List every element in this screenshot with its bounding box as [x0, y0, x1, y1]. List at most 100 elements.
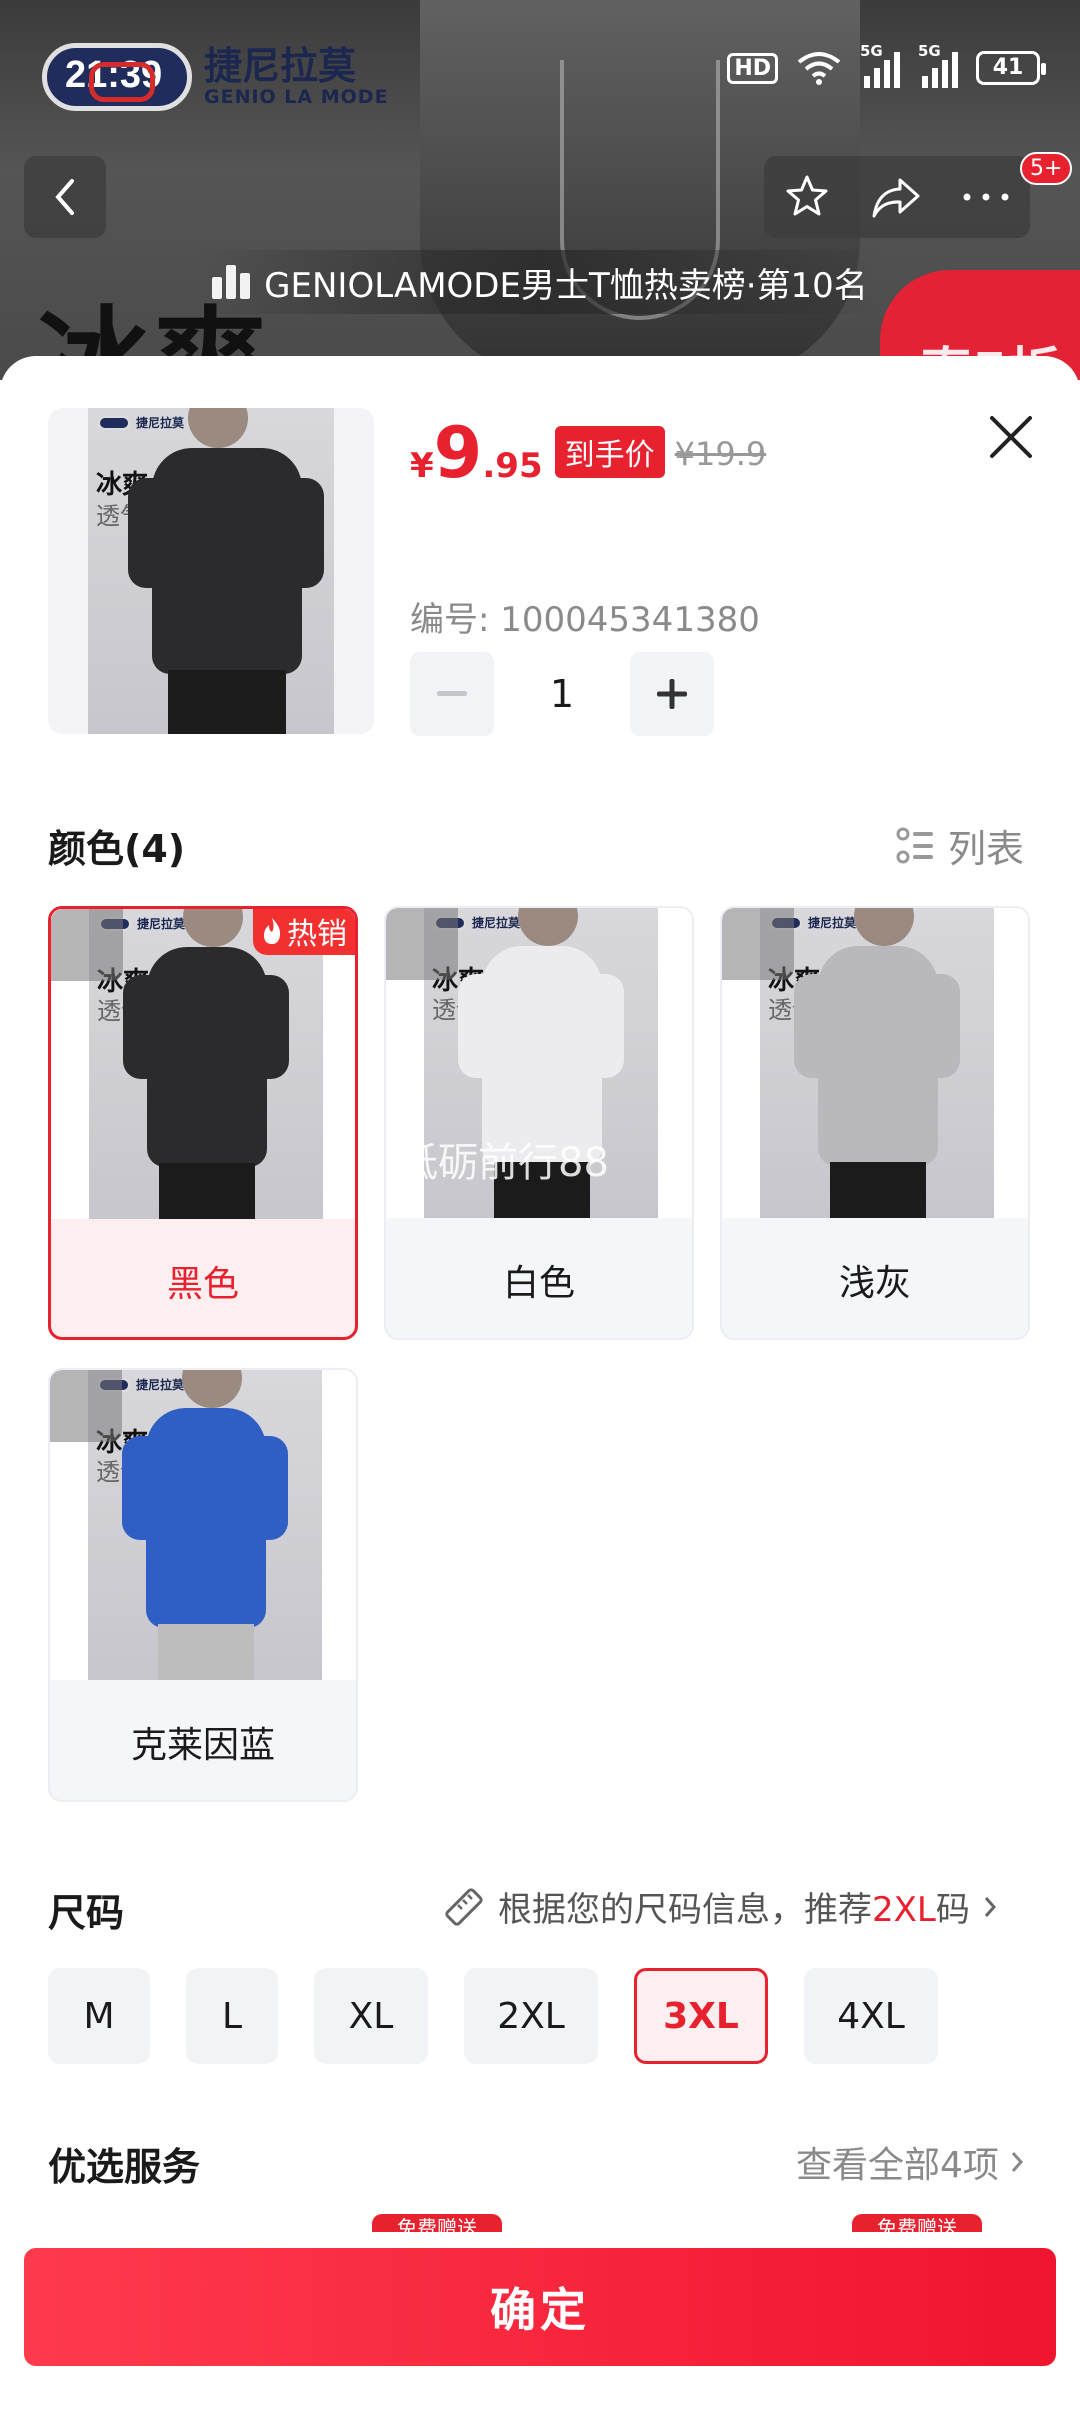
system-icons: HD 5G 5G 41 [727, 42, 1046, 88]
chevron-right-icon [984, 1896, 996, 1917]
model-head [518, 908, 578, 946]
plus-icon [657, 679, 687, 709]
ranking-icon [212, 265, 251, 299]
size-option-3XL[interactable]: 3XL [634, 1968, 768, 2064]
share-icon[interactable] [870, 174, 922, 220]
ruler-icon [445, 1887, 483, 1926]
size-hint-recommended: 2XL [872, 1890, 936, 1930]
size-section-title: 尺码 [48, 1891, 125, 1935]
quantity-value[interactable]: 1 [494, 672, 630, 716]
model-pants [830, 1162, 926, 1218]
expand-icon[interactable] [386, 908, 458, 980]
hot-sale-label: 热销 [287, 917, 347, 952]
battery-icon: 41 [976, 51, 1046, 85]
view-all-services-link[interactable]: 查看全部4项 [796, 2136, 1025, 2188]
size-option-L[interactable]: L [186, 1968, 278, 2064]
close-icon [990, 416, 1032, 458]
color-option[interactable]: 捷尼拉莫 冰爽 透气 克莱因蓝 [48, 1368, 358, 1802]
star-icon[interactable] [783, 173, 831, 221]
view-all-label: 查看全部4项 [796, 2145, 999, 2186]
confirm-button[interactable]: 确定 [24, 2248, 1056, 2366]
minus-icon [437, 691, 467, 696]
list-view-label: 列表 [948, 827, 1025, 871]
size-option-XL[interactable]: XL [314, 1968, 428, 2064]
color-option[interactable]: 捷尼拉莫 冰爽 透气 浅灰 [720, 906, 1030, 1340]
increase-button[interactable] [630, 652, 714, 736]
shirt-body [152, 448, 302, 674]
color-option[interactable]: 捷尼拉莫 冰爽 透气 热销 黑色 [48, 906, 358, 1340]
color-option[interactable]: 捷尼拉莫 冰爽 透气 砥砺前行88 白色 [384, 906, 694, 1340]
thumbnail-brand: 捷尼拉莫 [136, 416, 185, 430]
product-photo: 捷尼拉莫 冰爽 透气 [88, 1370, 322, 1680]
model-pants [159, 1163, 255, 1219]
brand-logo-icon: 21:39 [42, 43, 192, 111]
signal-icon-2: 5G [918, 42, 958, 88]
quantity-stepper: 1 [410, 652, 714, 736]
list-icon [896, 827, 933, 863]
close-button[interactable] [980, 406, 1042, 468]
network-type-2: 5G [918, 42, 941, 60]
wifi-icon [797, 52, 841, 85]
price-integer: 9 [433, 412, 483, 494]
hd-icon: HD [727, 52, 778, 84]
model-head [183, 909, 243, 947]
sku-selector-sheet: 捷尼拉莫 冰爽 透气 ¥ 9 .95 到手价 ¥19.9 编号: 1000453… [0, 356, 1080, 2412]
network-type-1: 5G [860, 42, 883, 60]
size-option-2XL[interactable]: 2XL [464, 1968, 598, 2064]
signal-icon-1: 5G [860, 42, 900, 88]
photo-brand: 捷尼拉莫 [136, 1378, 185, 1392]
product-photo: 捷尼拉莫 冰爽 透气 [760, 908, 994, 1218]
size-option-M[interactable]: M [48, 1968, 150, 2064]
shirt-body [818, 946, 938, 1166]
back-icon [55, 179, 74, 215]
model-pants [158, 1624, 254, 1680]
status-time: 21:39 [65, 54, 163, 96]
model-pants [168, 670, 286, 734]
model-head [182, 1370, 242, 1408]
color-option-label: 克莱因蓝 [130, 1725, 275, 1766]
shirt-body [147, 947, 267, 1167]
service-section-title: 优选服务 [48, 2145, 201, 2189]
brand-logo: 21:39 捷尼拉莫 GENIO LA MODE [42, 42, 389, 112]
shirt-body [146, 1408, 266, 1628]
product-photo: 捷尼拉莫 冰爽 透气 [89, 909, 323, 1219]
expand-icon[interactable] [50, 1370, 122, 1442]
color-option-label: 白色 [502, 1263, 575, 1304]
brand-tag-icon [98, 416, 130, 430]
photo-brand: 捷尼拉莫 [808, 916, 857, 930]
ranking-text: GENIOLAMODE男士T恤热卖榜·第10名 [264, 265, 868, 306]
back-button[interactable] [24, 156, 106, 238]
brand-name-en: GENIO LA MODE [204, 86, 389, 108]
price-decimal: .95 [482, 446, 543, 486]
currency-symbol: ¥ [410, 446, 434, 486]
model-head [854, 908, 914, 946]
color-option-label: 浅灰 [838, 1263, 911, 1304]
hot-sale-badge: 热销 [253, 909, 355, 955]
brand-name-cn: 捷尼拉莫 [204, 44, 357, 88]
photo-brand: 捷尼拉莫 [137, 917, 186, 931]
model-head [188, 408, 248, 448]
more-icon[interactable] [961, 190, 1011, 204]
size-option-4XL[interactable]: 4XL [804, 1968, 938, 2064]
color-section-title: 颜色(4) [48, 827, 186, 871]
original-price: ¥19.9 [674, 435, 767, 473]
color-option-label: 黑色 [166, 1264, 239, 1305]
expand-icon[interactable] [51, 909, 123, 981]
ranking-banner[interactable]: GENIOLAMODE男士T恤热卖榜·第10名 [200, 250, 880, 314]
price-row: ¥ 9 .95 到手价 ¥19.9 [410, 418, 766, 490]
product-thumbnail[interactable]: 捷尼拉莫 冰爽 透气 [48, 408, 374, 734]
size-recommendation[interactable]: 根据您的尺码信息，推荐2XL码 [442, 1882, 998, 1931]
decrease-button[interactable] [410, 652, 494, 736]
chevron-right-icon [1011, 2152, 1023, 2172]
free-gift-tag: 免费赠送 [372, 2214, 502, 2232]
thumbnail-image: 捷尼拉莫 冰爽 透气 [88, 408, 334, 734]
sku-number: 编号: 100045341380 [410, 600, 760, 640]
top-action-group [764, 156, 1030, 238]
expand-icon[interactable] [722, 908, 794, 980]
size-hint-suffix: 码 [935, 1890, 970, 1930]
notification-badge: 5+ [1020, 152, 1073, 185]
free-gift-tag: 免费赠送 [852, 2214, 982, 2232]
photo-brand: 捷尼拉莫 [472, 916, 521, 930]
list-view-toggle[interactable]: 列表 [896, 818, 1024, 873]
status-bar: 21:39 捷尼拉莫 GENIO LA MODE HD 5G 5G 41 [0, 0, 1080, 140]
